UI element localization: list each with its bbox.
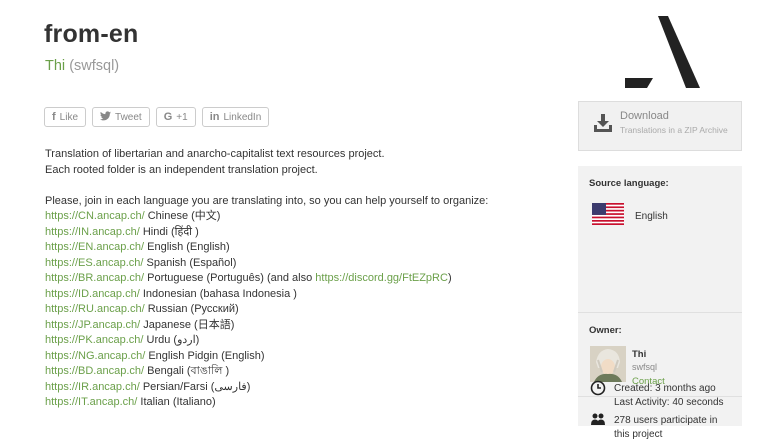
language-name: Portuguese (Português) (and also	[147, 272, 316, 284]
language-link[interactable]: https://ES.ancap.ch/	[45, 257, 143, 269]
share-buttons: f Like Tweet G +1 in LinkedIn	[44, 107, 270, 127]
language-link[interactable]: https://IR.ancap.ch/	[45, 381, 140, 393]
discord-link[interactable]: https://discord.gg/FtEZpRC	[315, 272, 448, 284]
join-intro: Please, join in each language you are tr…	[45, 194, 489, 207]
clock-icon	[590, 380, 606, 396]
participants-count: 278 users participate in this project	[614, 415, 718, 440]
language-list: https://CN.ancap.ch/ Chinese (中文) https:/…	[45, 209, 545, 411]
tweet-button[interactable]: Tweet	[92, 107, 150, 127]
project-description: Translation of libertarian and anarcho-c…	[45, 147, 545, 411]
source-language-label: Source language:	[589, 178, 669, 189]
language-item: https://NG.ancap.ch/ English Pidgin (Eng…	[45, 349, 545, 365]
twitter-icon	[100, 110, 112, 124]
language-link[interactable]: https://BR.ancap.ch/	[45, 272, 144, 284]
language-item: https://ES.ancap.ch/ Spanish (Español)	[45, 256, 545, 272]
linkedin-button[interactable]: in LinkedIn	[201, 107, 270, 127]
owner-username: swfsql	[632, 362, 658, 372]
language-item: https://RU.ancap.ch/ Russian (Русский)	[45, 302, 545, 318]
language-name: Persian/Farsi (فارسی)	[142, 380, 251, 393]
download-icon	[594, 114, 612, 132]
download-button[interactable]: Download Translations in a ZIP Archive	[578, 101, 742, 151]
google-icon: G	[163, 111, 173, 123]
sidebar: Download Translations in a ZIP Archive S…	[578, 101, 742, 440]
owner-link[interactable]: Thi	[45, 58, 65, 74]
users-icon	[591, 413, 605, 425]
description-line: Translation of libertarian and anarcho-c…	[45, 148, 385, 160]
facebook-like-button[interactable]: f Like	[44, 107, 87, 127]
language-name: Hindi (हिंदी )	[142, 225, 199, 238]
language-link[interactable]: https://NG.ancap.ch/	[45, 350, 145, 362]
language-name: English Pidgin (English)	[148, 349, 265, 362]
language-link[interactable]: https://PK.ancap.ch/	[45, 334, 143, 346]
language-item: https://JP.ancap.ch/ Japanese (日本語)	[45, 318, 545, 334]
language-item: https://CN.ancap.ch/ Chinese (中文)	[45, 209, 545, 225]
google-plus-button[interactable]: G +1	[155, 107, 196, 127]
language-name: Bengali (বাঙালি )	[147, 365, 230, 377]
language-name: Japanese (日本語)	[143, 318, 235, 331]
crowdin-logo	[625, 16, 700, 88]
download-subtitle: Translations in a ZIP Archive	[620, 125, 728, 135]
language-item: https://BD.ancap.ch/ Bengali (বাঙালি )	[45, 364, 545, 380]
us-flag-icon	[592, 203, 624, 225]
language-link[interactable]: https://CN.ancap.ch/	[45, 210, 145, 222]
language-name: Russian (Русский)	[147, 303, 239, 315]
owner-name[interactable]: Thi	[632, 349, 646, 360]
language-tail: )	[447, 272, 452, 284]
created-time: Created: 3 months ago	[614, 383, 716, 394]
language-link[interactable]: https://JP.ancap.ch/	[45, 319, 140, 331]
owner-avatar[interactable]	[590, 346, 626, 382]
language-name: Italian (Italiano)	[140, 396, 216, 408]
linkedin-icon: in	[209, 111, 220, 123]
language-link[interactable]: https://IN.ancap.ch/	[45, 226, 140, 238]
language-item: https://IN.ancap.ch/ Hindi (हिंदी )	[45, 225, 545, 241]
language-name: Urdu (اردو)	[146, 334, 200, 346]
language-item: https://IR.ancap.ch/ Persian/Farsi (فارس…	[45, 380, 545, 396]
language-link[interactable]: https://ID.ancap.ch/	[45, 288, 140, 300]
language-link[interactable]: https://BD.ancap.ch/	[45, 365, 144, 377]
owner-handle: (swfsql)	[69, 58, 120, 74]
description-line: Each rooted folder is an independent tra…	[45, 163, 318, 176]
page-title: from-en	[44, 20, 139, 48]
language-item: https://ID.ancap.ch/ Indonesian (bahasa …	[45, 287, 545, 303]
language-link[interactable]: https://IT.ancap.ch/	[45, 396, 137, 408]
language-name: Indonesian (bahasa Indonesia )	[142, 287, 297, 300]
download-title: Download	[620, 110, 669, 122]
project-owner: Thi (swfsql)	[45, 58, 119, 74]
language-item: https://EN.ancap.ch/ English (English)	[45, 240, 545, 256]
language-link[interactable]: https://RU.ancap.ch/	[45, 303, 145, 315]
language-link[interactable]: https://EN.ancap.ch/	[45, 241, 144, 253]
language-name: English (English)	[147, 241, 230, 253]
language-item: https://IT.ancap.ch/ Italian (Italiano)	[45, 395, 545, 411]
source-language-name: English	[635, 211, 668, 222]
facebook-icon: f	[52, 111, 56, 123]
language-item: https://BR.ancap.ch/ Portuguese (Portugu…	[45, 271, 545, 287]
language-item: https://PK.ancap.ch/ Urdu (اردو)	[45, 333, 545, 349]
owner-label: Owner:	[589, 325, 622, 336]
language-name: Spanish (Español)	[146, 256, 237, 269]
language-name: Chinese (中文)	[147, 210, 221, 222]
divider	[578, 312, 742, 313]
last-activity: Last Activity: 40 seconds	[614, 397, 724, 408]
